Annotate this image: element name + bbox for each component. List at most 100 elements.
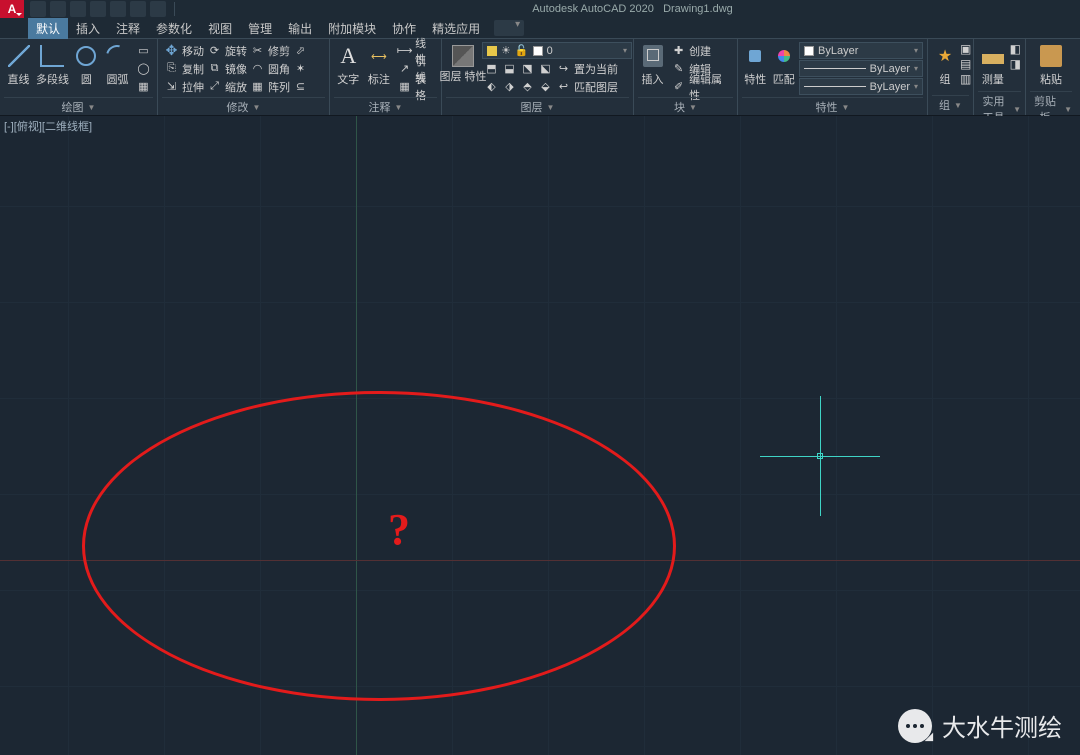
panel-draw: 直线 多段线 圆 圆弧 ▭ ◯ ▦ 绘图 ▼: [0, 39, 158, 115]
panel-clipboard-expand-icon[interactable]: ▼: [1064, 105, 1072, 114]
panel-layers-expand-icon[interactable]: ▼: [547, 103, 555, 112]
panel-annotate-expand-icon[interactable]: ▼: [395, 103, 403, 112]
quick-access-toolbar: [24, 1, 185, 17]
panel-utils-expand-icon[interactable]: ▼: [1013, 105, 1021, 114]
match-layer-icon: ↩: [556, 79, 571, 94]
measure-button[interactable]: 测量: [978, 41, 1008, 89]
tab-manage[interactable]: 管理: [240, 18, 280, 39]
array-button[interactable]: 阵列: [268, 79, 290, 95]
qat-open-icon[interactable]: [50, 1, 66, 17]
panel-properties-expand-icon[interactable]: ▼: [842, 103, 850, 112]
ellipse-button[interactable]: ◯: [134, 60, 153, 77]
move-button[interactable]: 移动: [182, 43, 204, 59]
util-s1-icon[interactable]: ◧: [1010, 42, 1021, 56]
panel-block-expand-icon[interactable]: ▼: [689, 103, 697, 112]
layer-dropdown[interactable]: ☀ 🔓 0 ▾: [482, 42, 632, 59]
table-icon: ▦: [397, 79, 412, 94]
tab-default[interactable]: 默认: [28, 18, 68, 39]
layer-s1-icon[interactable]: ⬒: [484, 61, 499, 76]
layer-bulb-icon: [487, 46, 497, 56]
tab-parametric[interactable]: 参数化: [148, 18, 200, 39]
arc-button[interactable]: 圆弧: [103, 41, 132, 89]
tab-overflow[interactable]: [494, 20, 524, 36]
dimension-button[interactable]: ⟷ 标注: [365, 41, 394, 89]
match-prop-label: 匹配: [773, 71, 795, 87]
layer-s5-icon[interactable]: ⬖: [484, 79, 499, 94]
properties-button[interactable]: 特性: [742, 41, 769, 89]
util-s2-icon[interactable]: ◨: [1010, 57, 1021, 71]
layer-properties-icon: [452, 45, 474, 67]
insert-block-label: 插入: [642, 71, 664, 87]
text-button[interactable]: A 文字: [334, 41, 363, 89]
make-current-button[interactable]: 置为当前: [574, 61, 618, 77]
make-current-icon: ↪: [556, 61, 571, 76]
stretch-button[interactable]: 拉伸: [182, 79, 204, 95]
chevron-down-icon: ▾: [914, 82, 918, 91]
match-prop-button[interactable]: 匹配: [771, 41, 798, 89]
layer-s8-icon[interactable]: ⬙: [538, 79, 553, 94]
group-s1-icon[interactable]: ▣: [960, 42, 971, 56]
panel-draw-expand-icon[interactable]: ▼: [88, 103, 96, 112]
panel-group-expand-icon[interactable]: ▼: [954, 101, 962, 110]
layer-s6-icon[interactable]: ⬗: [502, 79, 517, 94]
tab-addins[interactable]: 附加模块: [320, 18, 384, 39]
chevron-down-icon: ▾: [914, 64, 918, 73]
line-button[interactable]: 直线: [4, 41, 33, 89]
qat-undo-icon[interactable]: [130, 1, 146, 17]
mirror-icon: ⧉: [207, 61, 222, 76]
ellipse-icon: ◯: [136, 61, 151, 76]
paste-button[interactable]: 粘贴: [1030, 41, 1072, 89]
qat-plot-icon[interactable]: [110, 1, 126, 17]
panel-annotate: A 文字 ⟷ 标注 ⟼线性 ↗引线 ▦表格 注释▼: [330, 39, 442, 115]
layer-properties-button[interactable]: 图层 特性: [446, 41, 480, 85]
app-menu-button[interactable]: A: [0, 0, 24, 18]
rotate-button[interactable]: 旋转: [225, 43, 247, 59]
trim-button[interactable]: 修剪: [268, 43, 290, 59]
offset-icon[interactable]: ⊆: [293, 79, 308, 94]
group-s3-icon[interactable]: ▥: [960, 72, 971, 86]
tab-view[interactable]: 视图: [200, 18, 240, 39]
tab-annotate[interactable]: 注释: [108, 18, 148, 39]
rectangle-button[interactable]: ▭: [134, 42, 153, 59]
explode-icon[interactable]: ✶: [293, 61, 308, 76]
text-icon: A: [335, 43, 361, 69]
qat-new-icon[interactable]: [30, 1, 46, 17]
layer-s7-icon[interactable]: ⬘: [520, 79, 535, 94]
qat-save-icon[interactable]: [70, 1, 86, 17]
qat-redo-icon[interactable]: [150, 1, 166, 17]
polyline-button[interactable]: 多段线: [35, 41, 70, 89]
group-label: 组: [940, 71, 951, 87]
lineweight-dropdown[interactable]: ByLayer ▾: [799, 60, 923, 77]
viewport-label[interactable]: [-][俯视][二维线框]: [4, 118, 92, 134]
text-label: 文字: [337, 71, 359, 87]
create-block-button[interactable]: ✚创建: [669, 42, 733, 59]
mirror-button[interactable]: 镜像: [225, 61, 247, 77]
insert-block-button[interactable]: 插入: [638, 41, 667, 89]
group-s2-icon[interactable]: ▤: [960, 57, 971, 71]
panel-modify: ✥移动 ⟳旋转 ✂修剪 ⬀ ⎘复制 ⧉镜像 ◠圆角 ✶ ⇲拉伸 ⤢缩放 ▦阵列 …: [158, 39, 330, 115]
copy-button[interactable]: 复制: [182, 61, 204, 77]
panel-draw-title: 绘图: [62, 99, 84, 115]
qat-saveas-icon[interactable]: [90, 1, 106, 17]
panel-modify-expand-icon[interactable]: ▼: [253, 103, 261, 112]
erase-icon[interactable]: ⬀: [293, 43, 308, 58]
tab-output[interactable]: 输出: [280, 18, 320, 39]
layer-s2-icon[interactable]: ⬓: [502, 61, 517, 76]
edit-attr-button[interactable]: ✐编辑属性: [669, 78, 733, 95]
tab-insert[interactable]: 插入: [68, 18, 108, 39]
drawing-area[interactable]: [-][俯视][二维线框] ? 大水牛测绘: [0, 116, 1080, 755]
circle-button[interactable]: 圆: [72, 41, 101, 89]
group-button[interactable]: ★ 组: [932, 41, 958, 89]
hatch-button[interactable]: ▦: [134, 78, 153, 95]
layer-s3-icon[interactable]: ⬔: [520, 61, 535, 76]
annotation-question-mark: ?: [388, 504, 410, 555]
match-layer-button[interactable]: 匹配图层: [574, 79, 618, 95]
fillet-button[interactable]: 圆角: [268, 61, 290, 77]
color-dropdown[interactable]: ByLayer ▾: [799, 42, 923, 59]
trim-icon: ✂: [250, 43, 265, 58]
table-button[interactable]: ▦表格: [395, 78, 437, 95]
layer-s4-icon[interactable]: ⬕: [538, 61, 553, 76]
move-icon: ✥: [164, 43, 179, 58]
scale-button[interactable]: 缩放: [225, 79, 247, 95]
linetype-dropdown[interactable]: ByLayer ▾: [799, 78, 923, 95]
